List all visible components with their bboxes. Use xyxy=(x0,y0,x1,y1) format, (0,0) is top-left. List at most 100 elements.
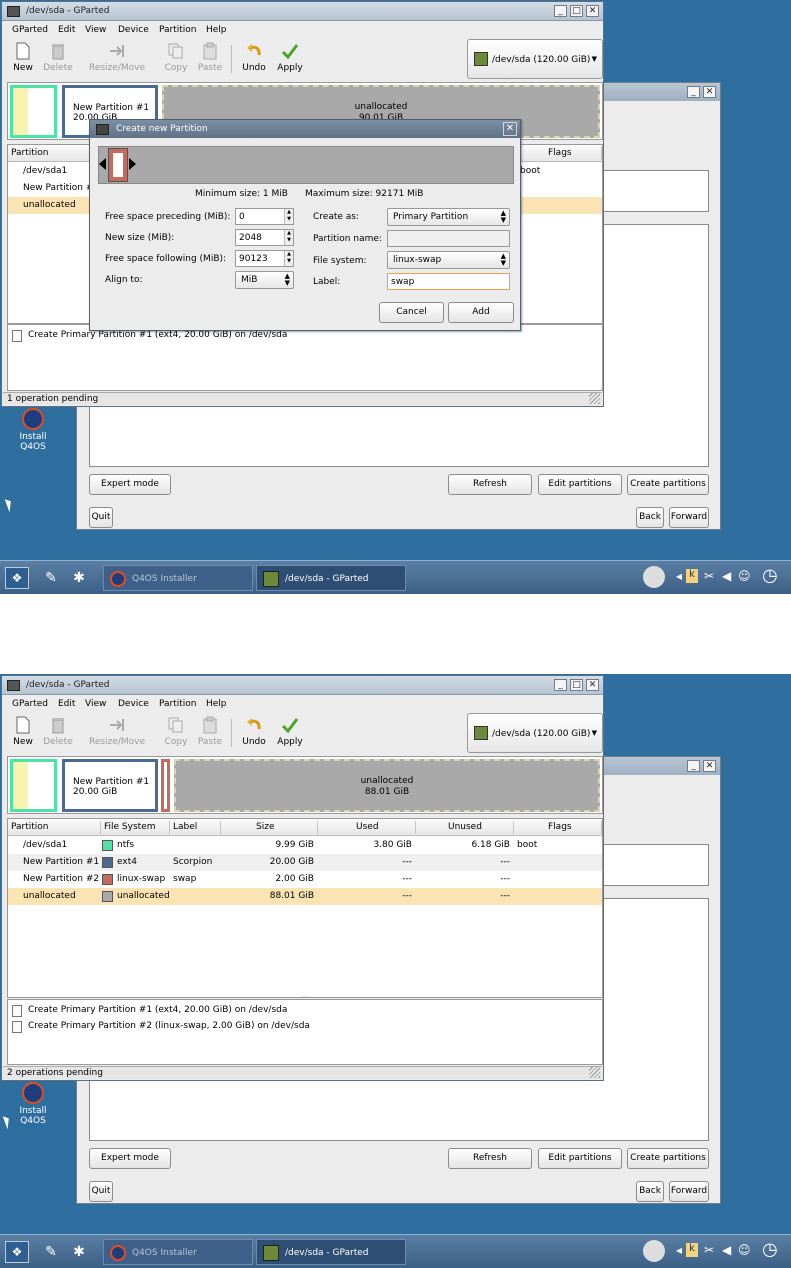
table-row[interactable]: /dev/sda1 ntfs 9.99 GiB 3.80 GiB 6.18 Gi… xyxy=(8,837,602,854)
edit-partitions-button[interactable]: Edit partitions xyxy=(538,1148,622,1169)
spinner-arrows-icon[interactable]: ▲ ▼ xyxy=(284,209,293,224)
minimize-button[interactable]: _ xyxy=(554,679,567,691)
menu-view[interactable]: View xyxy=(85,699,106,709)
quit-button[interactable]: Quit xyxy=(89,507,113,528)
disc-icon[interactable] xyxy=(643,566,665,588)
undo-button[interactable]: Undo xyxy=(236,713,272,751)
spinner-arrows-icon[interactable]: ▲ ▼ xyxy=(284,230,293,245)
create-partitions-button[interactable]: Create partitions xyxy=(627,1148,709,1169)
edit-partitions-button[interactable]: Edit partitions xyxy=(538,474,622,495)
menu-edit[interactable]: Edit xyxy=(58,25,75,35)
undo-button[interactable]: Undo xyxy=(236,39,272,77)
menu-gparted[interactable]: GParted xyxy=(12,25,48,35)
broom-icon[interactable]: ✎ xyxy=(40,1241,62,1263)
user-icon[interactable]: ☺ xyxy=(738,1243,751,1257)
device-selector[interactable]: /dev/sda (120.00 GiB) ▼ xyxy=(467,39,603,79)
column-header-filesystem[interactable]: File System xyxy=(104,822,155,832)
volume-icon[interactable]: ◀ xyxy=(722,569,731,583)
partition-block-new2[interactable] xyxy=(161,759,170,812)
label-input[interactable]: swap xyxy=(387,273,510,290)
back-button[interactable]: Back xyxy=(636,507,664,528)
column-header-flags[interactable]: Flags xyxy=(548,822,572,832)
menu-help[interactable]: Help xyxy=(206,699,227,709)
device-selector[interactable]: /dev/sda (120.00 GiB) ▼ xyxy=(467,713,603,753)
task-installer[interactable]: Q4OS Installer xyxy=(103,1239,253,1265)
gparted-titlebar[interactable]: /dev/sda - GParted _ □ ✕ xyxy=(2,676,603,695)
clock-icon[interactable]: ◷ xyxy=(762,565,778,586)
resize-move-button[interactable]: Resize/Move xyxy=(86,39,148,77)
menu-help[interactable]: Help xyxy=(206,25,227,35)
partition-block-unallocated[interactable]: unallocated 88.01 GiB xyxy=(174,759,600,812)
file-system-dropdown[interactable]: linux-swap ▲ ▼ xyxy=(387,251,510,269)
resize-move-button[interactable]: Resize/Move xyxy=(86,713,148,751)
new-button[interactable]: New xyxy=(5,713,41,751)
start-menu-button[interactable]: ❖ xyxy=(5,567,29,589)
column-header-flags[interactable]: Flags xyxy=(548,148,572,158)
arrow-left-icon[interactable]: ◂ xyxy=(676,1243,682,1257)
paste-button[interactable]: Paste xyxy=(192,39,228,77)
partition-size-slider[interactable] xyxy=(98,146,514,184)
keyboard-icon[interactable]: k xyxy=(686,1243,698,1257)
forward-button[interactable]: Forward xyxy=(669,507,709,528)
resize-grip-icon[interactable] xyxy=(589,393,600,404)
column-header-partition[interactable]: Partition xyxy=(11,148,49,158)
task-installer[interactable]: Q4OS Installer xyxy=(103,565,253,591)
user-icon[interactable]: ☺ xyxy=(738,569,751,583)
free-preceding-spinner[interactable]: 0 ▲ ▼ xyxy=(235,208,294,225)
new-size-spinner[interactable]: 2048 ▲ ▼ xyxy=(235,229,294,246)
refresh-button[interactable]: Refresh xyxy=(448,1148,532,1169)
apply-button[interactable]: Apply xyxy=(272,39,308,77)
copy-button[interactable]: Copy xyxy=(158,713,194,751)
partition-block-new1[interactable]: New Partition #1 20.00 GiB xyxy=(62,759,158,812)
network-icon[interactable]: ✱ xyxy=(68,567,90,589)
apply-button[interactable]: Apply xyxy=(272,713,308,751)
menu-device[interactable]: Device xyxy=(118,25,149,35)
close-button[interactable]: ✕ xyxy=(586,679,599,691)
delete-button[interactable]: Delete xyxy=(40,39,76,77)
column-header-unused[interactable]: Unused xyxy=(448,822,482,832)
align-to-dropdown[interactable]: MiB ▲ ▼ xyxy=(235,271,294,289)
disc-icon[interactable] xyxy=(643,1240,665,1262)
copy-button[interactable]: Copy xyxy=(158,39,194,77)
gparted-titlebar[interactable]: /dev/sda - GParted _ □ ✕ xyxy=(2,2,603,21)
add-button[interactable]: Add xyxy=(448,302,514,323)
back-button[interactable]: Back xyxy=(636,1181,664,1202)
install-q4os-desktop-icon[interactable]: Install Q4OS xyxy=(15,1082,51,1130)
task-gparted[interactable]: /dev/sda - GParted xyxy=(256,565,406,591)
delete-button[interactable]: Delete xyxy=(40,713,76,751)
table-row-selected[interactable]: unallocated unallocated 88.01 GiB --- --… xyxy=(8,888,602,905)
menu-gparted[interactable]: GParted xyxy=(12,699,48,709)
dialog-close-button[interactable]: ✕ xyxy=(503,122,517,136)
cancel-button[interactable]: Cancel xyxy=(379,302,444,323)
left-resize-arrow-icon[interactable] xyxy=(99,158,106,170)
partition-block-sda1[interactable] xyxy=(10,85,57,138)
start-menu-button[interactable]: ❖ xyxy=(5,1241,29,1263)
menu-edit[interactable]: Edit xyxy=(58,699,75,709)
close-button[interactable]: ✕ xyxy=(586,5,599,17)
forward-button[interactable]: Forward xyxy=(669,1181,709,1202)
minimize-button[interactable]: _ xyxy=(554,5,567,17)
resize-grip-icon[interactable] xyxy=(589,1067,600,1078)
new-button[interactable]: New xyxy=(5,39,41,77)
column-header-partition[interactable]: Partition xyxy=(11,822,49,832)
expert-mode-button[interactable]: Expert mode xyxy=(89,1148,171,1169)
paste-button[interactable]: Paste xyxy=(192,713,228,751)
create-partitions-button[interactable]: Create partitions xyxy=(627,474,709,495)
minimize-button[interactable]: _ xyxy=(687,760,700,772)
minimize-button[interactable]: _ xyxy=(687,86,700,98)
spinner-arrows-icon[interactable]: ▲ ▼ xyxy=(284,251,293,266)
keyboard-icon[interactable]: k xyxy=(686,569,698,583)
expert-mode-button[interactable]: Expert mode xyxy=(89,474,171,495)
partition-name-input[interactable] xyxy=(387,230,510,247)
task-gparted[interactable]: /dev/sda - GParted xyxy=(256,1239,406,1265)
dialog-titlebar[interactable]: Create new Partition ✕ xyxy=(90,120,520,138)
clock-icon[interactable]: ◷ xyxy=(762,1239,778,1260)
column-header-label[interactable]: Label xyxy=(173,822,197,832)
tool-icon[interactable]: ✂ xyxy=(704,1243,714,1257)
maximize-button[interactable]: □ xyxy=(570,5,583,17)
create-as-dropdown[interactable]: Primary Partition ▲ ▼ xyxy=(387,208,510,226)
refresh-button[interactable]: Refresh xyxy=(448,474,532,495)
menu-view[interactable]: View xyxy=(85,25,106,35)
column-header-size[interactable]: Size xyxy=(256,822,274,832)
close-button[interactable]: ✕ xyxy=(703,86,716,98)
